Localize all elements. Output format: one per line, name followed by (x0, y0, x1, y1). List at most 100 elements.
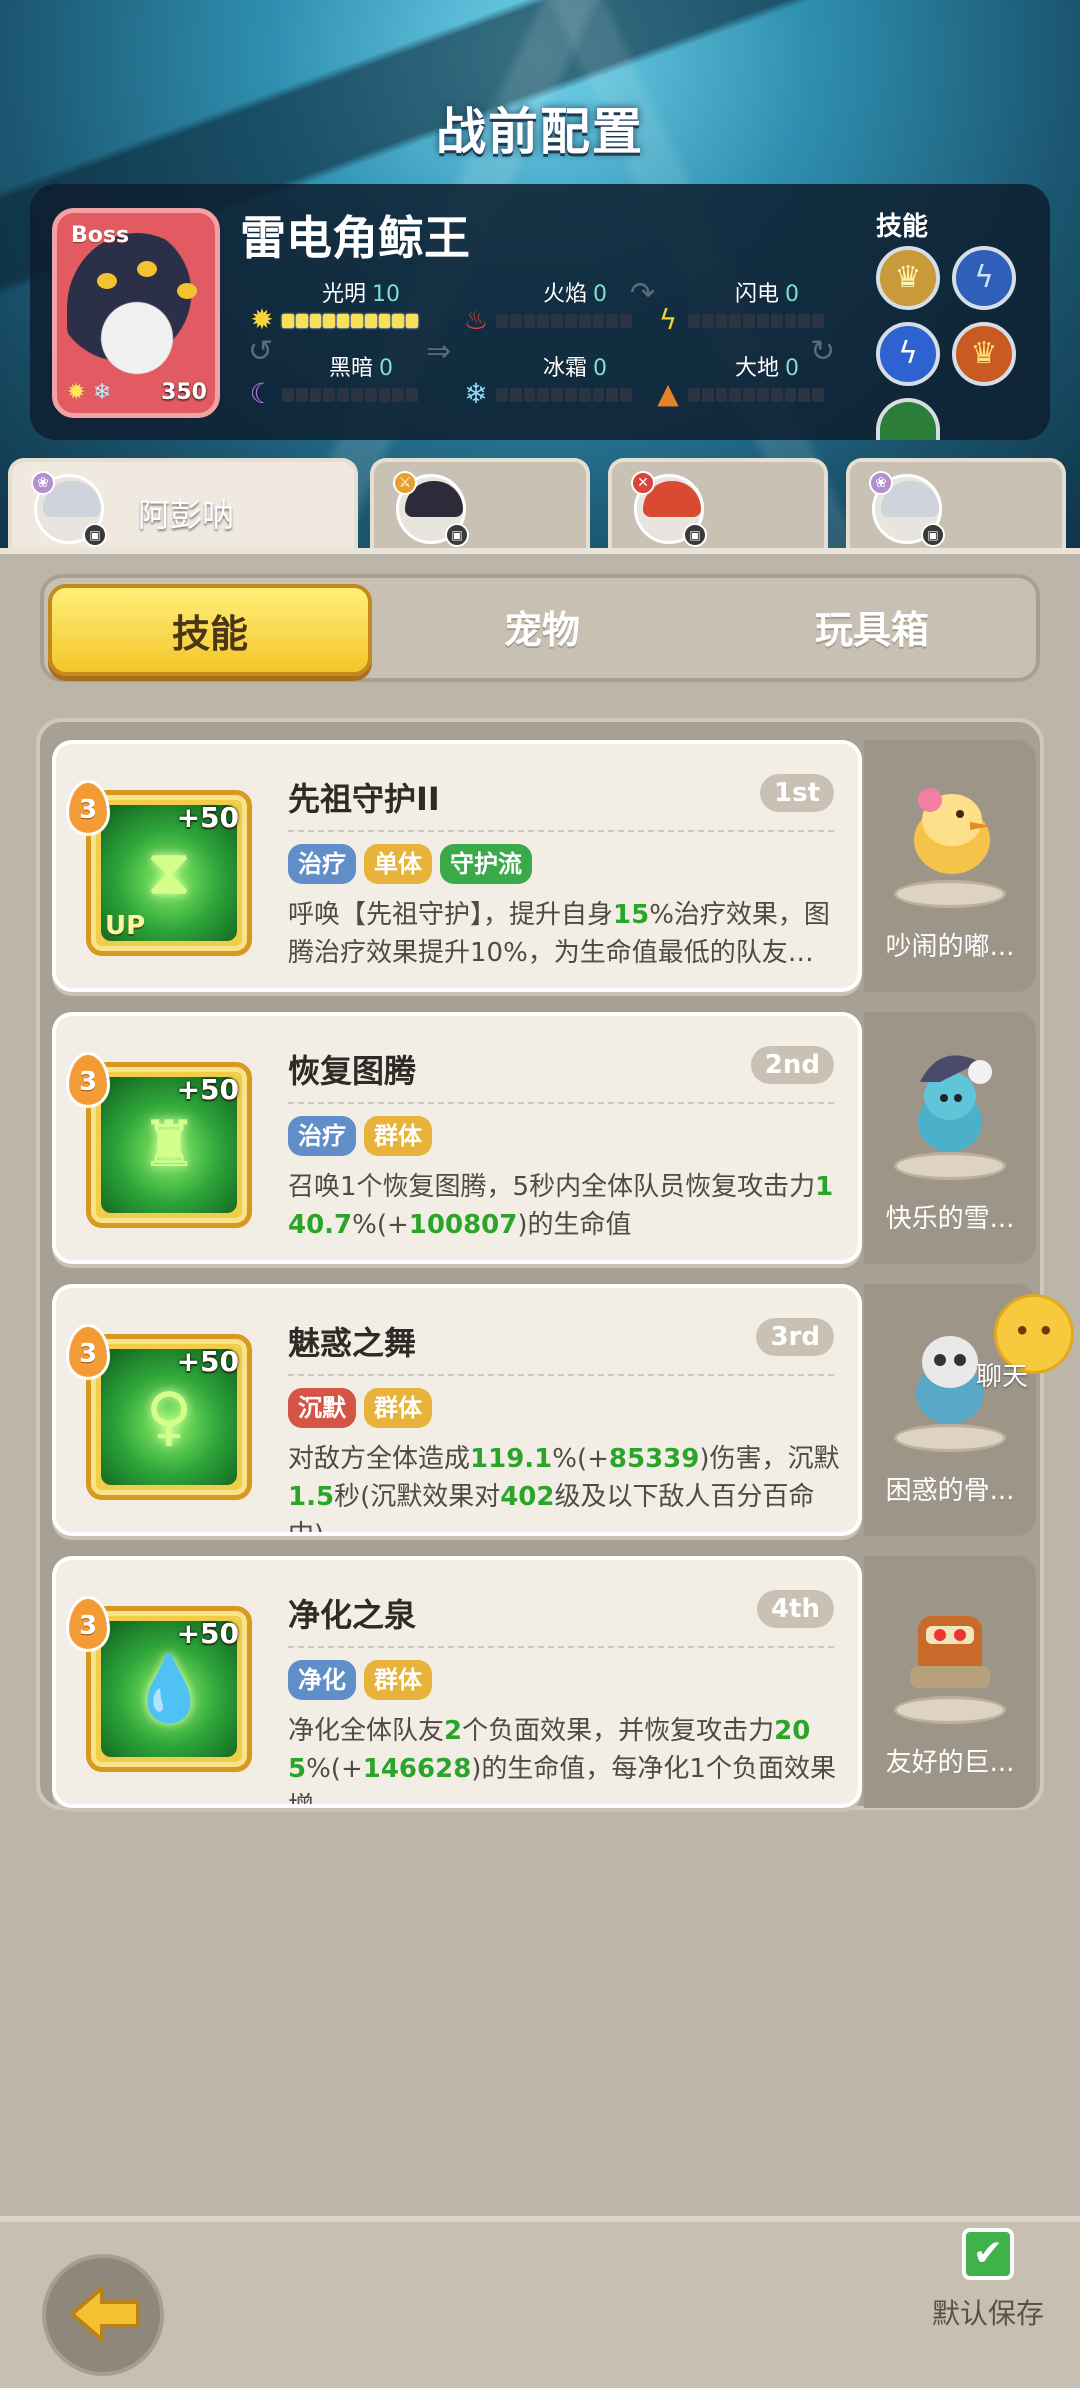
skill-card[interactable]: ⧗ UP +50 3 先祖守护II 1st 治疗 单体 守护流 呼唤【先祖守护】… (52, 740, 862, 992)
stat-bar-segment (620, 388, 632, 402)
stat-bar-segment (688, 314, 700, 328)
stat-value: 0 (593, 282, 607, 307)
stat-value: 0 (593, 356, 607, 381)
back-button[interactable] (42, 2254, 164, 2376)
pet-slot[interactable]: 吵闹的嘟... (864, 740, 1036, 992)
skill-row[interactable]: ♀ +50 3 魅惑之舞 3rd 沉默 群体 对敌方全体造成119.1%(+85… (52, 1284, 1036, 1536)
stat-bar-segment (378, 388, 391, 402)
stat-bar-segment (798, 314, 811, 328)
stat-bar-segment (606, 388, 619, 402)
desc-text: 个负面效果，并恢复攻击力 (462, 1716, 775, 1746)
boss-skills-label: 技能 (876, 212, 929, 242)
boss-tag: Boss (71, 223, 130, 248)
crown-skill-icon[interactable]: ♛ (876, 246, 940, 310)
tab-pets[interactable]: 宠物 (380, 584, 704, 676)
back-arrow-icon (70, 2286, 140, 2342)
stat-bar-segment (378, 314, 391, 328)
skill-title: 净化之泉 (288, 1596, 417, 1634)
stat-bar (282, 314, 418, 328)
stat-bar-segment (756, 314, 769, 328)
hero-class-icon: ❀ (31, 471, 55, 495)
default-save-checkbox[interactable]: ✔ (962, 2228, 1014, 2280)
skill-card[interactable]: ♀ +50 3 魅惑之舞 3rd 沉默 群体 对敌方全体造成119.1%(+85… (52, 1284, 862, 1536)
pet-slot[interactable]: 快乐的雪... (864, 1012, 1036, 1264)
desc-text: %(+ (552, 1444, 609, 1474)
hero-tab-1[interactable]: ❀ ▣ 阿彭呐 (8, 458, 358, 550)
stat-bar-segment (337, 314, 349, 328)
stat-bar-segment (523, 388, 536, 402)
hero-avatar: ⚔ ▣ (393, 471, 469, 547)
stat-bar-segment (392, 388, 405, 402)
stat-bar-segment (282, 388, 294, 402)
tab-skills[interactable]: 技能 (48, 584, 372, 676)
stat-bar-segment (798, 388, 811, 402)
desc-text: %(+ (352, 1210, 409, 1240)
stat-bar-segment (392, 314, 405, 328)
skill-row[interactable]: 💧 +50 3 净化之泉 4th 净化 群体 净化全体队友2个负面效果，并恢复攻… (52, 1556, 1036, 1808)
skill-description: 呼唤【先祖守护】，提升自身15%治疗效果，图腾治疗效果提升10%，为生命值最低的… (288, 896, 848, 988)
stat-bar-segment (509, 388, 522, 402)
pet-slot[interactable]: 友好的巨... (864, 1556, 1036, 1808)
pet-pedestal (894, 1424, 1006, 1452)
skill-bonus: +50 (176, 801, 239, 834)
green-skill-icon[interactable] (876, 398, 940, 440)
desc-highlight: 119.1 (470, 1444, 553, 1474)
skill-row[interactable]: ⧗ UP +50 3 先祖守护II 1st 治疗 单体 守护流 呼唤【先祖守护】… (52, 740, 1036, 992)
skill-bonus: +50 (176, 1617, 239, 1650)
skill-icon: 💧 +50 (86, 1606, 252, 1772)
stat-bar-segment (770, 388, 783, 402)
pet-name: 吵闹的嘟... (885, 932, 1015, 962)
divider (288, 1102, 834, 1104)
stat-bar-segment (564, 388, 577, 402)
stat-bar-segment (715, 388, 728, 402)
stat-bar-segment (406, 314, 418, 328)
skill-card[interactable]: ♜ +50 3 恢复图腾 2nd 治疗 群体 召唤1个恢复图腾，5秒内全体队员恢… (52, 1012, 862, 1264)
stat-bar-segment (784, 388, 797, 402)
divider (288, 1374, 834, 1376)
config-tab-bar: 技能 宠物 玩具箱 (40, 574, 1040, 682)
skill-rank-badge: 3 (66, 780, 110, 836)
desc-highlight: 402 (500, 1482, 555, 1512)
stat-bar-segment (295, 314, 308, 328)
stat-bar-segment (350, 314, 363, 328)
lightning-skill-icon[interactable]: ϟ (952, 246, 1016, 310)
stat-bar-segment (282, 314, 294, 328)
crown-fire-skill-icon[interactable]: ♛ (952, 322, 1016, 386)
skill-tag: 沉默 (288, 1388, 356, 1428)
stat-bar-segment (406, 388, 418, 402)
stat-bar-segment (784, 314, 797, 328)
stat-bar-segment (537, 314, 550, 328)
hero-tab-2[interactable]: ⚔ ▣ (370, 458, 590, 550)
hero-tab-3[interactable]: ✕ ▣ (608, 458, 828, 550)
lightning-shield-skill-icon[interactable]: ϟ (876, 322, 940, 386)
stat-bar-segment (578, 314, 591, 328)
skill-tag: 治疗 (288, 844, 356, 884)
boss-portrait-card[interactable]: Boss ✹ ❄ 350 (52, 208, 220, 418)
desc-text: )伤害，沉默 (699, 1444, 840, 1474)
frost-element-icon: ❄ (93, 380, 112, 405)
lightning-icon: ϟ (658, 303, 678, 336)
pet-name: 困惑的骨... (885, 1476, 1015, 1506)
skill-card[interactable]: 💧 +50 3 净化之泉 4th 净化 群体 净化全体队友2个负面效果，并恢复攻… (52, 1556, 862, 1808)
stat-value: 0 (379, 356, 393, 381)
skill-description: 召唤1个恢复图腾，5秒内全体队员恢复攻击力140.7%(+100807)的生命值 (288, 1168, 848, 1260)
stat-bar-segment (578, 388, 591, 402)
fire-icon: ♨ (463, 303, 489, 336)
hero-class-icon: ⚔ (393, 471, 417, 495)
stat-bar-segment (295, 388, 308, 402)
chat-face-icon: • • (1014, 1317, 1054, 1345)
desc-highlight: 85339 (608, 1444, 700, 1474)
desc-text: 对敌方全体造成 (288, 1444, 471, 1474)
stat-bar-segment (770, 314, 783, 328)
tab-toybox[interactable]: 玩具箱 (710, 584, 1034, 676)
hero-class-icon: ❀ (869, 471, 893, 495)
skill-row[interactable]: ♜ +50 3 恢复图腾 2nd 治疗 群体 召唤1个恢复图腾，5秒内全体队员恢… (52, 1012, 1036, 1264)
boss-level: 350 (161, 380, 207, 405)
stat-bar-segment (364, 388, 377, 402)
skill-order-badge: 1st (760, 774, 834, 812)
stat-bar-segment (812, 388, 824, 402)
stat-label: 火焰 (542, 282, 587, 307)
hero-tab-4[interactable]: ❀ ▣ (846, 458, 1066, 550)
hero-name: 阿彭呐 (138, 496, 235, 534)
giant-pet-figure (910, 1616, 990, 1688)
